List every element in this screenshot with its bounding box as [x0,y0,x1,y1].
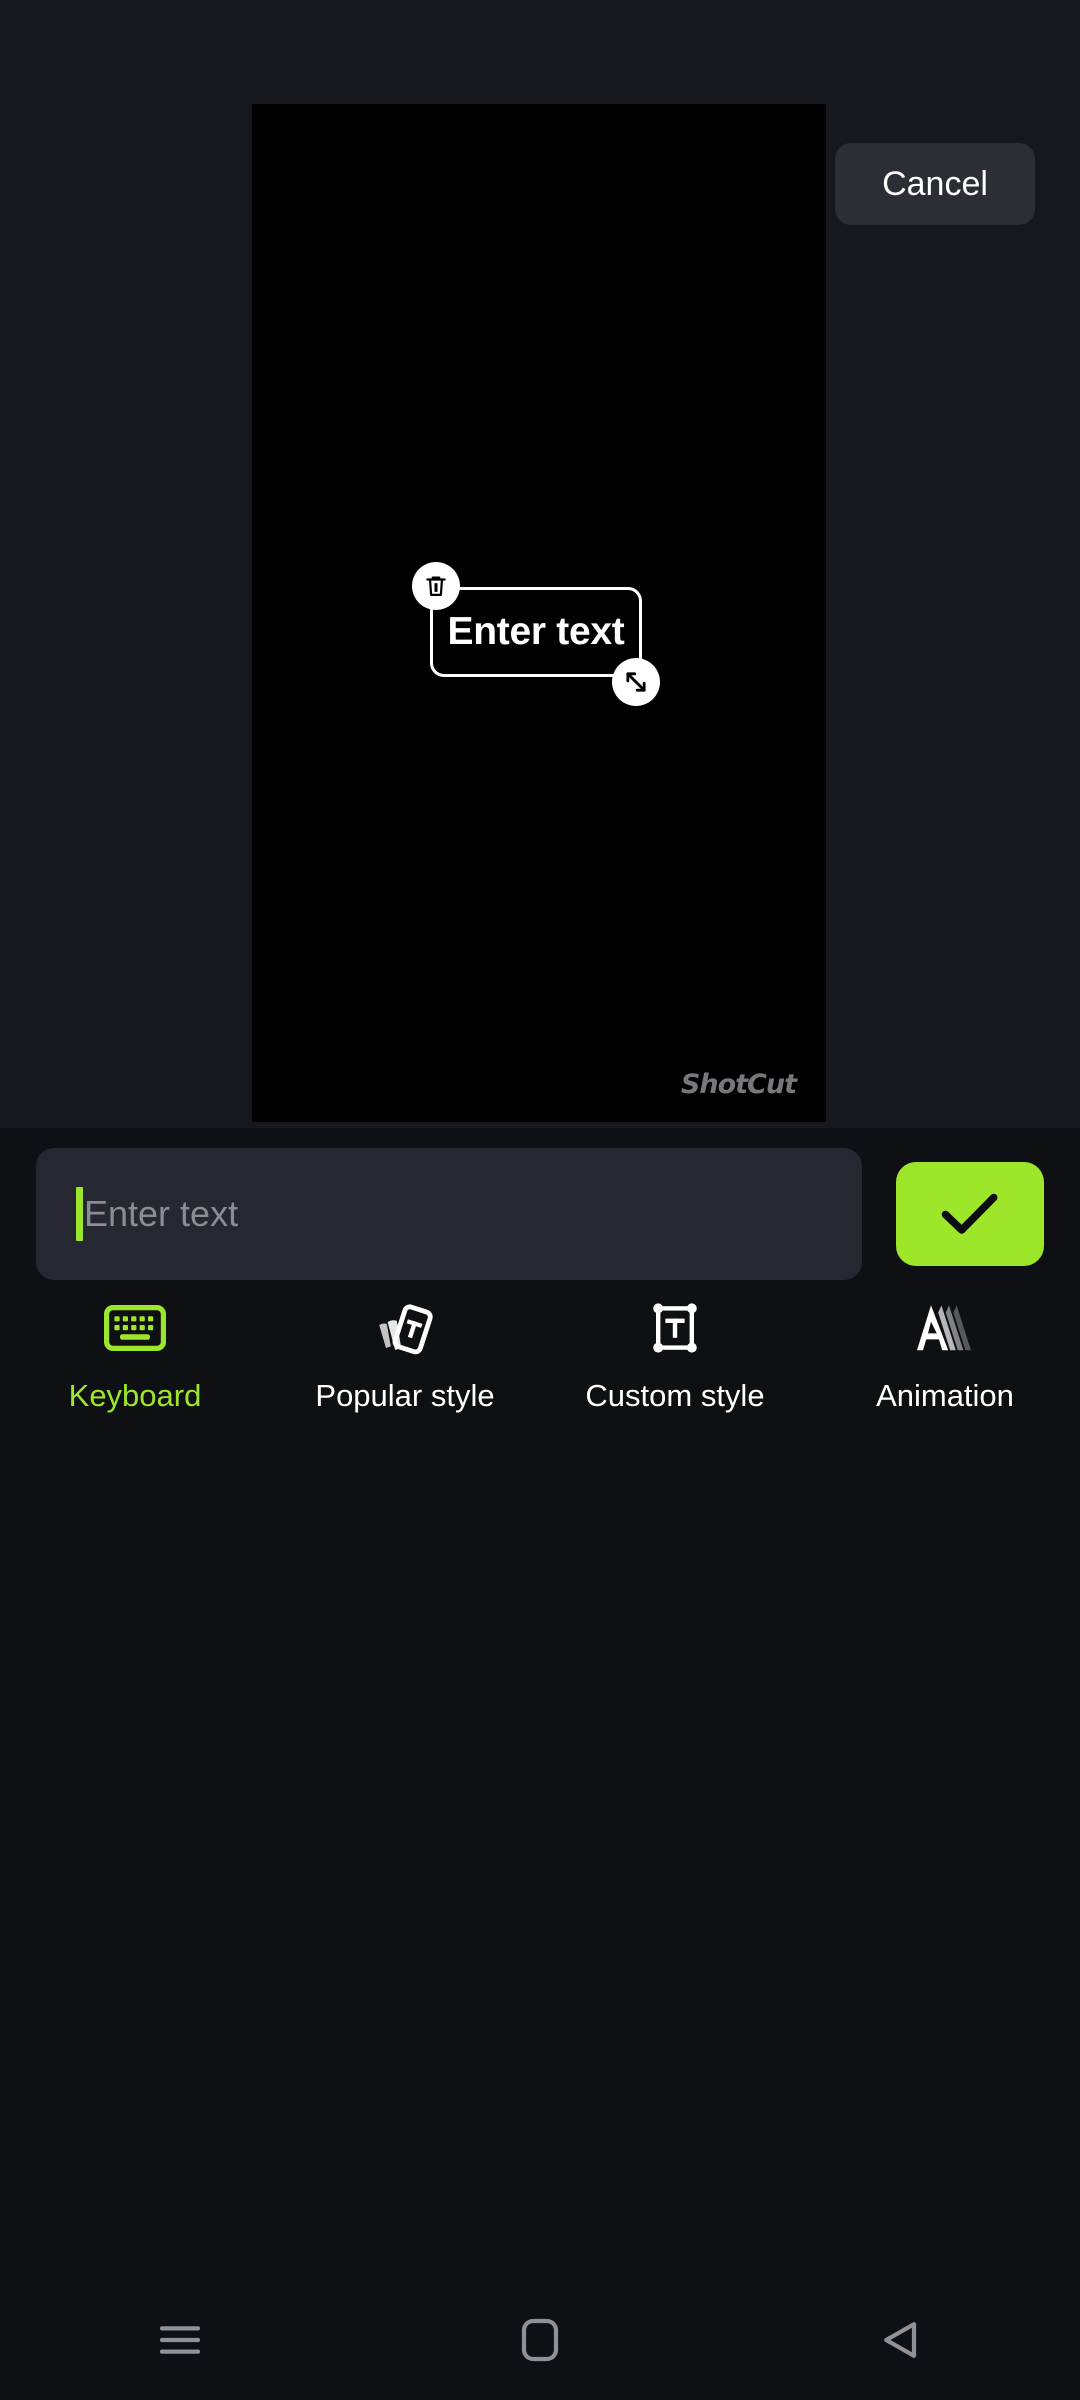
keyboard-icon [104,1298,166,1358]
tab-keyboard[interactable]: Keyboard [0,1298,270,1414]
square-icon [521,2318,559,2362]
text-input-row: Enter text [36,1148,1044,1280]
check-icon [941,1193,998,1234]
animation-icon [913,1298,977,1358]
custom-style-icon [647,1298,703,1358]
video-preview[interactable]: Enter text ShotCut [252,104,826,1122]
text-overlay-frame[interactable]: Enter text [430,587,642,677]
cancel-button[interactable]: Cancel [835,143,1035,225]
android-navigation-bar [0,2280,1080,2400]
style-tab-bar: Keyboard Popular style Custom style Anim… [0,1298,1080,1414]
tab-custom-style-label: Custom style [585,1378,765,1413]
text-overlay-object[interactable]: Enter text [412,562,662,706]
text-cursor [76,1187,83,1241]
nav-recents-button[interactable] [120,2280,240,2400]
text-editor-panel: Enter text Keyboard Popular style Custom… [0,1128,1080,2400]
hamburger-icon [159,2326,201,2354]
overlay-resize-handle[interactable] [612,658,660,706]
tab-custom-style[interactable]: Custom style [540,1298,810,1414]
tab-animation[interactable]: Animation [810,1298,1080,1414]
trash-icon [426,576,446,596]
tab-popular-style-label: Popular style [315,1378,495,1413]
tab-keyboard-label: Keyboard [68,1378,202,1413]
overlay-delete-handle[interactable] [412,562,460,610]
tab-animation-label: Animation [876,1378,1014,1413]
confirm-button[interactable] [896,1162,1044,1266]
app-screen: Enter text ShotCut Cancel Enter text Key… [0,0,1080,2400]
nav-back-button[interactable] [840,2280,960,2400]
triangle-left-icon [884,2322,917,2358]
text-input-field[interactable]: Enter text [36,1148,862,1280]
text-input-placeholder: Enter text [84,1193,239,1234]
tab-popular-style[interactable]: Popular style [270,1298,540,1414]
text-overlay-label: Enter text [447,610,625,653]
resize-diagonal-icon [626,672,646,692]
nav-home-button[interactable] [480,2280,600,2400]
popular-style-icon [376,1298,434,1358]
cancel-button-label: Cancel [882,164,988,203]
shotcut-watermark: ShotCut [680,1069,797,1100]
